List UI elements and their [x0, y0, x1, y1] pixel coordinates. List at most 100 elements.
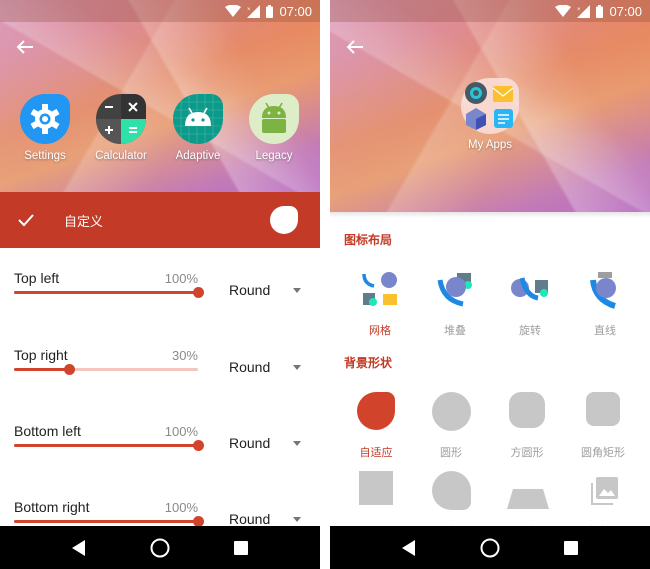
status-bar: × 07:00	[330, 0, 650, 22]
settings-gear-icon	[20, 94, 70, 144]
folder-style-screen: × 07:00 My Apps 图标布局 网格 堆叠 旋转 直线 背景形状 自适…	[330, 0, 650, 569]
app-label: Calculator	[95, 150, 147, 162]
app-calculator[interactable]: Calculator	[86, 94, 156, 162]
shape-option-squircle[interactable]: 方圆形	[492, 392, 562, 460]
shape-squircle-icon	[507, 392, 547, 432]
shape-preview	[270, 206, 298, 234]
svg-text:×: ×	[577, 7, 581, 13]
corner-percent: 30%	[171, 348, 198, 363]
layout-rotate-icon	[510, 270, 550, 310]
app-adaptive[interactable]: Adaptive	[163, 94, 233, 162]
no-signal-icon: ×	[577, 4, 591, 18]
folder-icon	[461, 78, 519, 134]
shape-platform-icon	[507, 471, 549, 511]
layout-stack-icon	[435, 270, 475, 310]
shape-option-circle[interactable]: 圆形	[416, 392, 486, 460]
app-label: Adaptive	[175, 150, 221, 162]
corner-slider[interactable]	[14, 516, 204, 527]
folder-label: My Apps	[467, 139, 513, 151]
dropdown-caret-icon	[293, 440, 301, 446]
corner-label: Bottom right	[14, 499, 90, 515]
corner-shape-dropdown[interactable]: Round	[229, 511, 301, 527]
wifi-icon	[225, 5, 242, 17]
layout-option-rotate[interactable]: 旋转	[495, 270, 565, 338]
shape-teardrop-icon	[431, 471, 471, 511]
check-icon[interactable]	[16, 210, 36, 230]
corner-label: Top left	[14, 270, 60, 286]
app-label: Legacy	[255, 150, 293, 162]
section-title-background-shape: 背景形状	[344, 356, 393, 370]
slider-thumb[interactable]	[64, 364, 76, 375]
corner-shape-dropdown[interactable]: Round	[229, 435, 301, 451]
recents-icon[interactable]	[564, 540, 578, 555]
dropdown-value: Round	[229, 359, 271, 375]
android-legacy-icon	[249, 94, 299, 144]
corner-label: Top right	[14, 347, 68, 363]
option-label: 网格	[369, 325, 391, 337]
layout-option-grid[interactable]: 网格	[345, 270, 415, 338]
corner-shape-dropdown[interactable]: Round	[229, 282, 301, 298]
shape-rounded-rect-icon	[583, 392, 623, 432]
option-label: 堆叠	[444, 325, 466, 337]
option-label: 直线	[594, 325, 616, 337]
corner-percent: 100%	[164, 271, 198, 286]
corner-percent: 100%	[164, 424, 198, 439]
option-label: 自适应	[359, 447, 393, 459]
corner-label: Bottom left	[14, 423, 81, 439]
navigation-bar	[330, 526, 650, 569]
svg-text:×: ×	[247, 7, 251, 13]
corner-slider[interactable]	[14, 287, 204, 298]
clock: 07:00	[609, 3, 642, 19]
dropdown-value: Round	[229, 511, 271, 527]
corner-slider[interactable]	[14, 364, 198, 375]
app-settings[interactable]: Settings	[10, 94, 80, 162]
custom-shape-toolbar: 自定义	[0, 192, 320, 248]
layout-line-icon	[585, 270, 625, 310]
dropdown-value: Round	[229, 282, 271, 298]
corner-percent: 100%	[164, 500, 198, 515]
shape-adaptive-icon	[356, 392, 396, 432]
section-title-icon-layout: 图标布局	[344, 233, 393, 247]
corner-slider[interactable]	[14, 440, 204, 451]
toolbar-title: 自定义	[64, 213, 104, 229]
battery-icon	[266, 4, 274, 18]
folder-my-apps[interactable]: My Apps	[460, 78, 520, 151]
corner-shape-dropdown[interactable]: Round	[229, 359, 301, 375]
app-legacy[interactable]: Legacy	[239, 94, 309, 162]
navigation-bar	[0, 526, 320, 569]
recents-icon[interactable]	[234, 540, 248, 555]
arrow-left-icon[interactable]	[16, 38, 34, 56]
wifi-icon	[555, 5, 572, 17]
app-label: Settings	[24, 150, 66, 162]
corner-row-bottom-left: Bottom left 100% Round	[0, 423, 320, 483]
slider-thumb[interactable]	[193, 287, 204, 298]
layout-option-stack[interactable]: 堆叠	[420, 270, 490, 338]
option-label: 圆角矩形	[581, 447, 625, 459]
corner-row-top-right: Top right 30% Round	[0, 347, 320, 407]
android-adaptive-icon	[173, 94, 223, 144]
option-label: 圆形	[440, 447, 462, 459]
layout-grid-icon	[360, 270, 400, 310]
no-signal-icon: ×	[247, 4, 261, 18]
shape-option-adaptive[interactable]: 自适应	[341, 392, 411, 460]
corner-row-top-left: Top left 100% Round	[0, 270, 320, 330]
calculator-icon	[96, 94, 146, 144]
slider-thumb[interactable]	[193, 440, 204, 451]
photo-library-icon	[583, 471, 623, 511]
icon-shape-editor-screen: × 07:00 Settings Calculator Adaptive Leg…	[0, 0, 320, 569]
layout-option-line[interactable]: 直线	[570, 270, 640, 338]
home-icon[interactable]	[150, 538, 170, 558]
option-label: 旋转	[519, 325, 541, 337]
status-bar: × 07:00	[0, 0, 320, 22]
shape-option-rounded-rect[interactable]: 圆角矩形	[568, 392, 638, 460]
dropdown-caret-icon	[293, 287, 301, 293]
dropdown-value: Round	[229, 435, 271, 451]
back-icon[interactable]	[72, 539, 86, 556]
shape-square-icon	[356, 471, 396, 511]
home-icon[interactable]	[480, 538, 500, 558]
option-label: 方圆形	[510, 447, 544, 459]
arrow-left-icon[interactable]	[346, 38, 364, 56]
back-icon[interactable]	[402, 539, 416, 556]
shape-circle-icon	[431, 392, 471, 432]
battery-icon	[596, 4, 604, 18]
